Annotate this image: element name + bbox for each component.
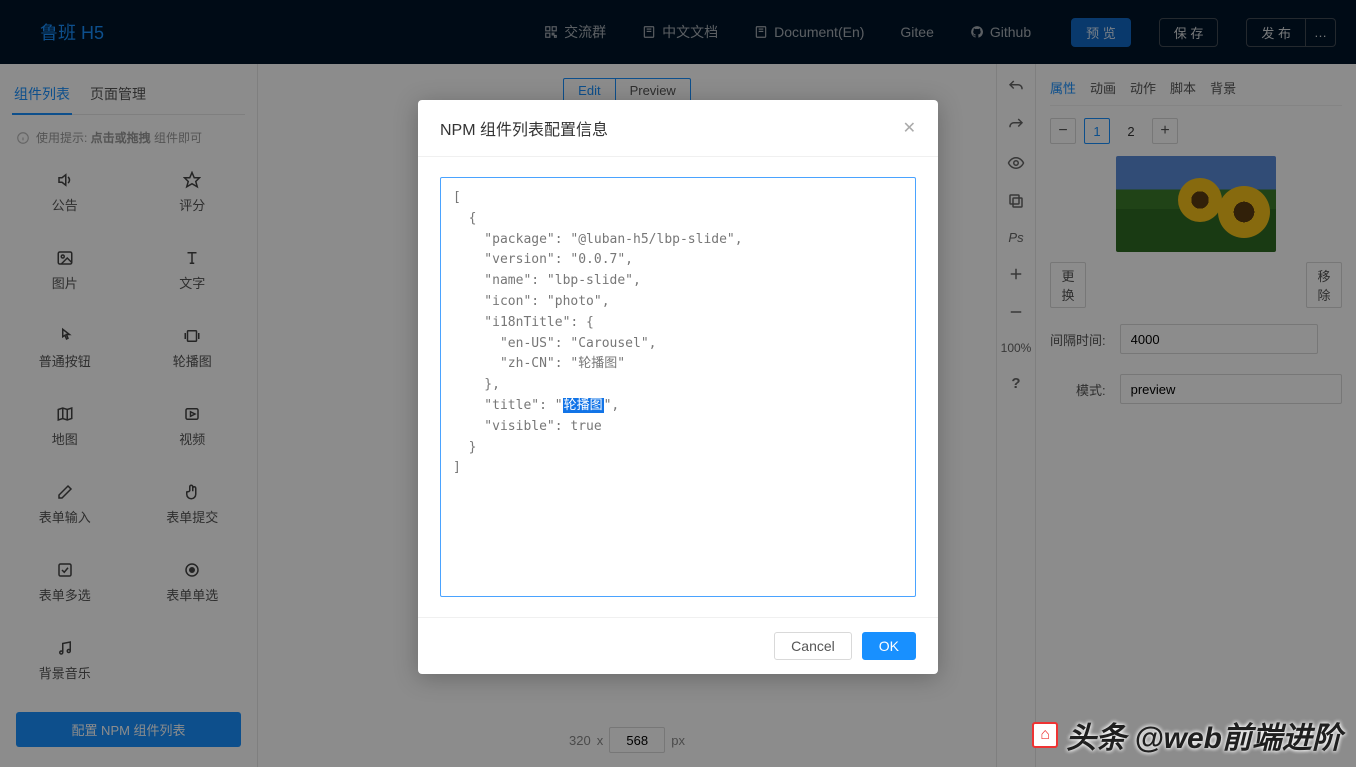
json-textarea[interactable]: [ { "package": "@luban-h5/lbp-slide", "v… <box>440 177 916 597</box>
ok-button[interactable]: OK <box>862 632 916 660</box>
npm-config-modal: NPM 组件列表配置信息 ✕ [ { "package": "@luban-h5… <box>418 100 938 674</box>
toutiao-icon: ⌂ <box>1032 722 1058 748</box>
modal-title: NPM 组件列表配置信息 <box>440 116 903 140</box>
close-icon[interactable]: ✕ <box>903 118 916 138</box>
cancel-button[interactable]: Cancel <box>774 632 852 660</box>
watermark: ⌂ 头条 @web前端进阶 <box>1032 713 1342 757</box>
